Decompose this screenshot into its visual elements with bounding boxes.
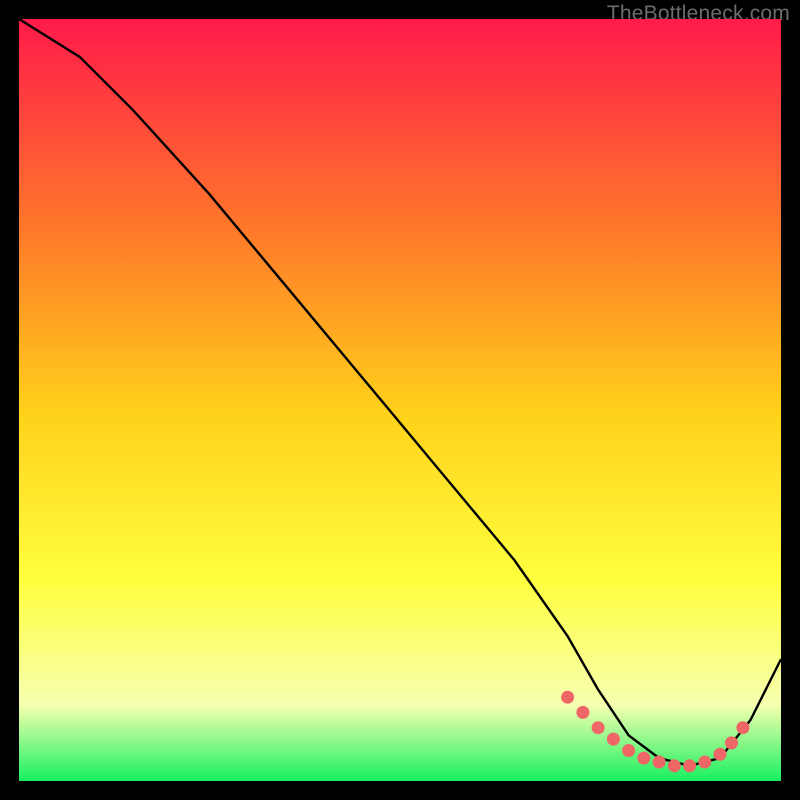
curve-marker bbox=[736, 721, 749, 734]
curve-marker bbox=[683, 759, 696, 772]
chart-stage: TheBottleneck.com bbox=[0, 0, 800, 800]
curve-marker bbox=[725, 736, 738, 749]
curve-marker bbox=[592, 721, 605, 734]
curve-marker bbox=[698, 756, 711, 769]
curve-marker bbox=[576, 706, 589, 719]
curve-marker bbox=[637, 752, 650, 765]
curve-marker bbox=[653, 756, 666, 769]
gradient-background bbox=[19, 19, 781, 781]
curve-marker bbox=[622, 744, 635, 757]
curve-marker bbox=[607, 733, 620, 746]
curve-marker bbox=[668, 759, 681, 772]
curve-marker bbox=[561, 691, 574, 704]
curve-marker bbox=[714, 748, 727, 761]
plot-area bbox=[19, 19, 781, 781]
chart-svg bbox=[19, 19, 781, 781]
